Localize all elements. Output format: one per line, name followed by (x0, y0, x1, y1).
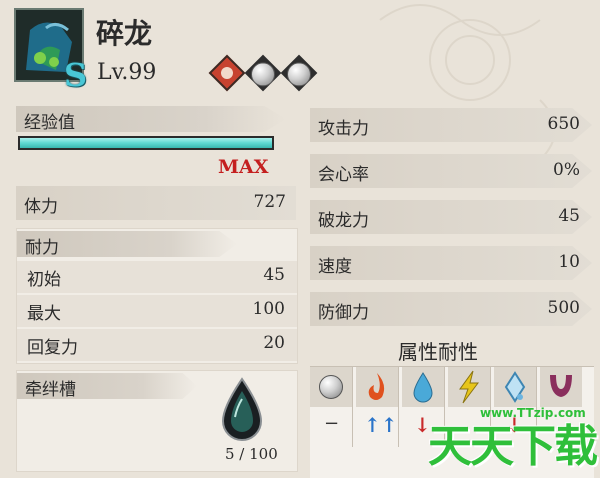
exp-label-strip: 经验值 (16, 106, 286, 132)
stamina-row: 体力 727 (16, 186, 296, 220)
stat-label: 防御力 (318, 303, 369, 323)
endurance-max-label: 最大 (27, 304, 61, 324)
exp-bar-fill (20, 138, 272, 148)
resist-cell: − (310, 407, 353, 447)
monster-name: 碎龙 (96, 17, 153, 50)
stat-row-dragonbreak: 破龙力 45 (310, 200, 592, 234)
stat-row-speed: 速度 10 (310, 246, 592, 280)
exp-max-text: MAX (218, 156, 269, 178)
stat-value: 650 (547, 114, 580, 134)
watermark-text: 天天下载 (428, 421, 598, 472)
empty-slot-icon[interactable] (244, 54, 282, 92)
empty-slot-icon[interactable] (280, 54, 318, 92)
stamina-label: 体力 (24, 197, 58, 217)
exp-bar (18, 136, 274, 150)
stat-value: 0% (553, 160, 580, 180)
stat-label: 攻击力 (318, 119, 369, 139)
endurance-row: 初始 45 (17, 261, 297, 293)
rank-badge: S (64, 56, 88, 94)
stat-label: 会心率 (318, 165, 369, 185)
stat-value: 45 (558, 206, 580, 226)
endurance-recovery-label: 回复力 (27, 338, 78, 358)
bond-gauge-drop-icon (221, 377, 263, 441)
endurance-row: 回复力 20 (17, 329, 297, 361)
resist-title: 属性耐性 (398, 340, 478, 364)
stat-label: 破龙力 (318, 211, 369, 231)
bond-value: 5 / 100 (225, 445, 278, 463)
none-element-icon (319, 375, 343, 399)
level-text: Lv.99 (97, 60, 157, 85)
watermark: www.TTzip.com 天天下载 (420, 380, 600, 477)
fire-element-icon (368, 373, 385, 400)
bond-label-strip: 牵绊槽 (17, 373, 197, 399)
skill-icons (208, 54, 330, 92)
resist-cell: ↑↑ (356, 407, 399, 447)
stat-row-attack: 攻击力 650 (310, 108, 592, 142)
endurance-initial-value: 45 (263, 265, 285, 285)
resist-cell (356, 367, 399, 407)
resist-cell (310, 367, 353, 407)
resist-mark: ↑↑ (364, 413, 398, 437)
endurance-max-value: 100 (252, 299, 285, 319)
stat-label: 速度 (318, 257, 352, 277)
endurance-panel: 耐力 初始 45 最大 100 回复力 20 (16, 228, 298, 364)
endurance-row: 最大 100 (17, 295, 297, 327)
bond-panel: 牵绊槽 5 / 100 (16, 370, 298, 472)
stamina-value: 727 (253, 192, 286, 212)
stat-row-crit: 会心率 0% (310, 154, 592, 188)
endurance-label-strip: 耐力 (17, 231, 237, 257)
endurance-initial-label: 初始 (27, 270, 61, 290)
bond-label: 牵绊槽 (25, 380, 76, 400)
endurance-recovery-value: 20 (263, 333, 285, 353)
skill-gene-icon[interactable] (208, 54, 246, 92)
stat-row-defense: 防御力 500 (310, 292, 592, 326)
endurance-label: 耐力 (25, 238, 59, 258)
stat-value: 500 (547, 298, 580, 318)
resist-mark: − (324, 413, 340, 434)
exp-label: 经验值 (24, 113, 75, 133)
stat-value: 10 (558, 252, 580, 272)
